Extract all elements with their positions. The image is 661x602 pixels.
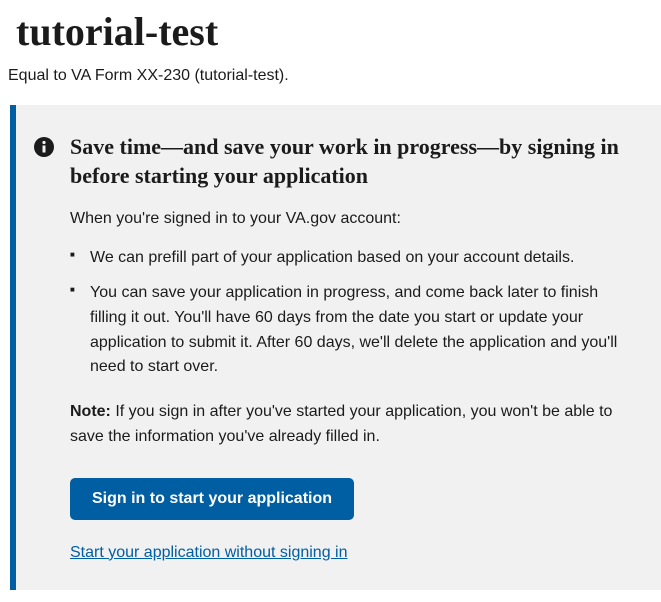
sign-in-button[interactable]: Sign in to start your application — [70, 478, 354, 520]
list-item: You can save your application in progres… — [70, 281, 637, 380]
form-subtitle: Equal to VA Form XX-230 (tutorial-test). — [0, 67, 661, 105]
note-text: Note: If you sign in after you've starte… — [70, 400, 637, 450]
page-title: tutorial-test — [0, 0, 661, 67]
info-content: Save time—and save your work in progress… — [70, 133, 637, 562]
sign-in-info-alert: Save time—and save your work in progress… — [10, 105, 661, 590]
note-label: Note: — [70, 403, 111, 420]
info-icon — [34, 137, 54, 157]
benefits-list: We can prefill part of your application … — [70, 246, 637, 380]
info-heading: Save time—and save your work in progress… — [70, 133, 637, 190]
intro-text: When you're signed in to your VA.gov acc… — [70, 210, 637, 228]
list-item: We can prefill part of your application … — [70, 246, 637, 271]
note-body: If you sign in after you've started your… — [70, 403, 612, 445]
start-without-signin-link[interactable]: Start your application without signing i… — [70, 544, 348, 562]
